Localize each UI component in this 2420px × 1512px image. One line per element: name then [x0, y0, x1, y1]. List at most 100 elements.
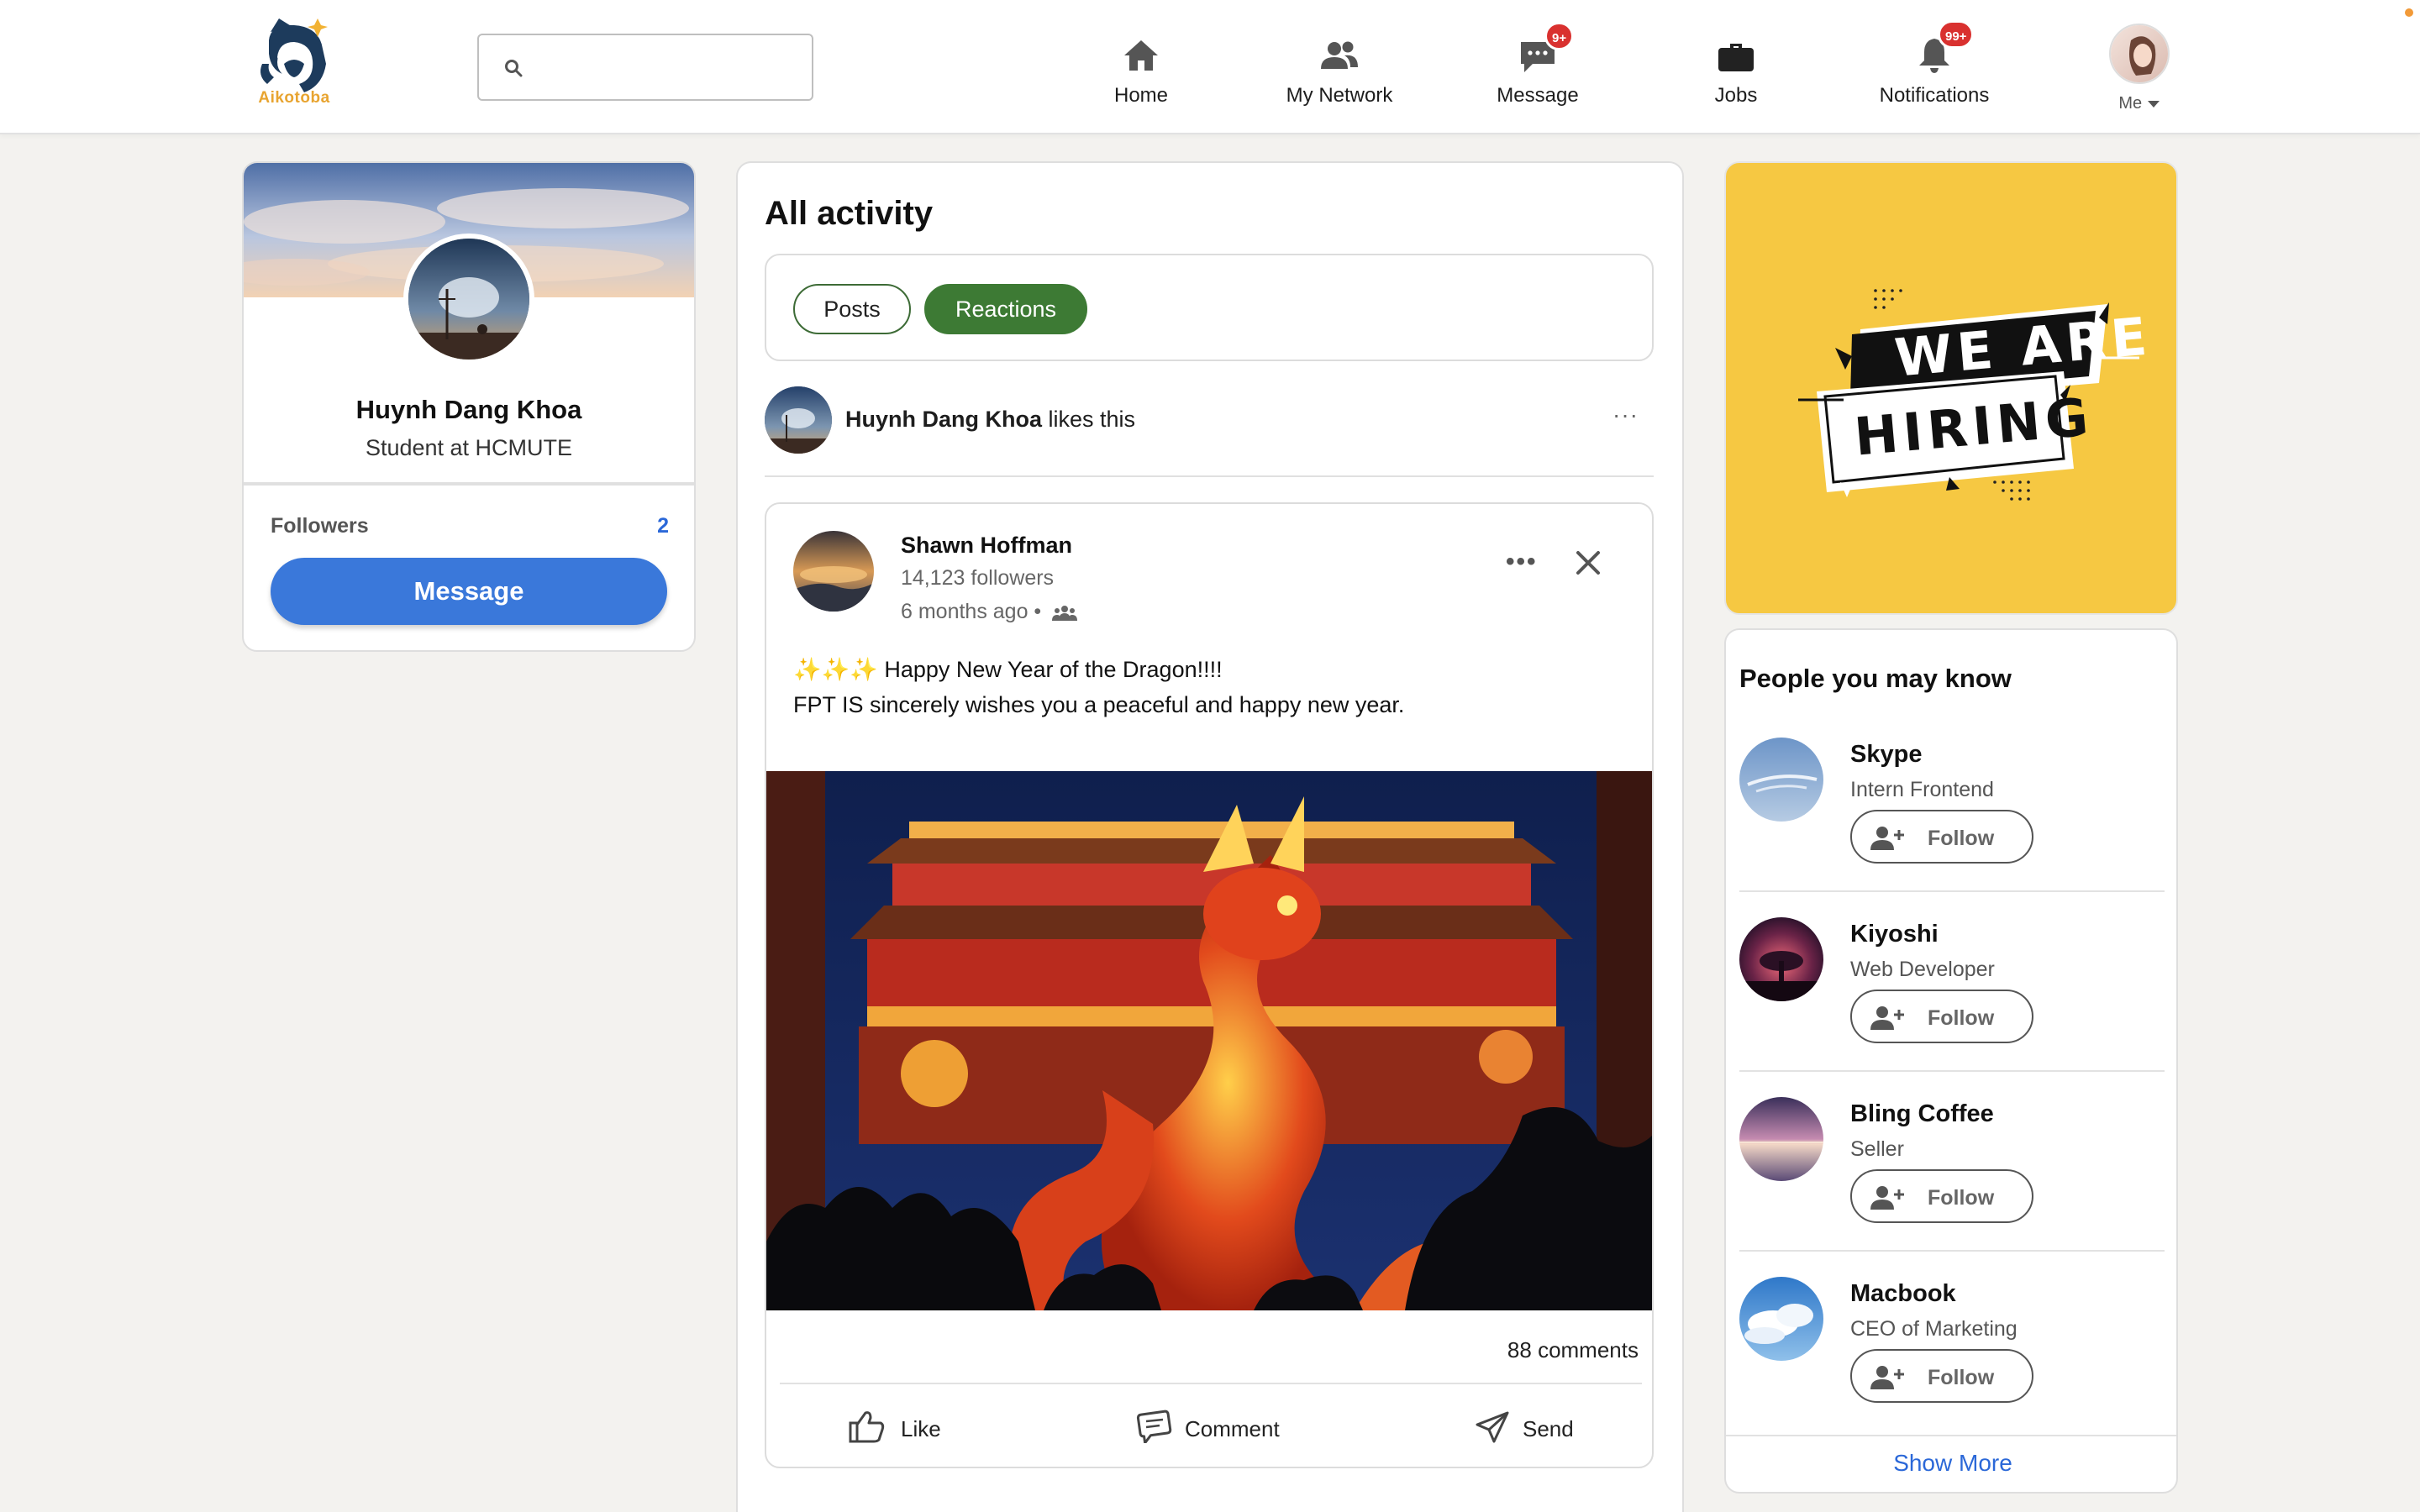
me-menu[interactable]: Me: [2109, 94, 2170, 113]
post-timestamp: 6 months ago •: [901, 600, 1078, 624]
avatar[interactable]: [1739, 917, 1823, 1001]
post-image[interactable]: [766, 771, 1652, 1310]
home-icon: [1124, 40, 1158, 71]
send-button[interactable]: Send: [1474, 1404, 1591, 1452]
profile-card: Huynh Dang Khoa Student at HCMUTE Follow…: [242, 161, 696, 652]
profile-avatar[interactable]: [403, 234, 534, 365]
follow-label: Follow: [1928, 1366, 1995, 1389]
list-item: Kiyoshi Web Developer Follow: [1739, 917, 2165, 1097]
tab-reactions[interactable]: Reactions: [924, 284, 1087, 334]
activity-avatar[interactable]: [765, 386, 832, 454]
post-card: Shawn Hoffman 14,123 followers 6 months …: [765, 502, 1654, 1468]
me-avatar[interactable]: [2109, 24, 2170, 84]
pymk-role: CEO of Marketing: [1850, 1317, 2018, 1341]
pymk-role: Web Developer: [1850, 958, 1995, 981]
comment-button[interactable]: Comment: [1136, 1404, 1304, 1452]
follow-label: Follow: [1928, 1006, 1995, 1030]
post-body: ✨✨✨ Happy New Year of the Dragon!!!! FPT…: [793, 652, 1404, 722]
thumbs-up-icon: [849, 1411, 885, 1443]
nav-notifications-label: Notifications: [1879, 84, 1990, 107]
feed-title: All activity: [765, 195, 934, 232]
audience-icon: [1052, 606, 1078, 622]
pymk-name[interactable]: Skype: [1850, 741, 1922, 769]
nav-home[interactable]: Home: [1057, 30, 1225, 118]
add-user-icon: [1870, 1366, 1904, 1389]
send-icon: [1476, 1411, 1509, 1443]
pymk-name[interactable]: Macbook: [1850, 1280, 1956, 1308]
follow-label: Follow: [1928, 1186, 1995, 1210]
profile-name[interactable]: Huynh Dang Khoa: [244, 395, 694, 425]
nav-home-label: Home: [1113, 84, 1169, 107]
close-icon[interactable]: [1571, 546, 1605, 580]
feed-divider: [765, 475, 1654, 477]
notifications-badge: 99+: [1938, 20, 1975, 49]
pymk-role: Intern Frontend: [1850, 778, 1994, 801]
people-you-may-know: People you may know Skype Intern Fronten…: [1724, 628, 2178, 1494]
profile-divider: [244, 482, 694, 486]
activity-action: likes this: [1048, 407, 1136, 432]
show-more-link[interactable]: Show More: [1726, 1450, 2176, 1477]
follow-label: Follow: [1928, 827, 1995, 850]
top-navigation: Aikotoba Home My Network 9+ Message Jobs…: [0, 0, 2420, 134]
nav-jobs-label: Jobs: [1714, 84, 1758, 107]
post-time-text: 6 months ago •: [901, 600, 1042, 623]
network-icon: [1321, 41, 1358, 69]
follow-button[interactable]: Follow: [1850, 810, 2033, 864]
post-author-name[interactable]: Shawn Hoffman: [901, 533, 1072, 559]
activity-actor[interactable]: Huynh Dang Khoa: [845, 407, 1042, 432]
follow-button[interactable]: Follow: [1850, 1169, 2033, 1223]
brand-name: Aikotoba: [258, 89, 330, 107]
like-button[interactable]: Like: [849, 1404, 958, 1452]
nav-message[interactable]: 9+ Message: [1454, 22, 1622, 118]
pymk-name[interactable]: Bling Coffee: [1850, 1100, 1994, 1128]
post-line-2: FPT IS sincerely wishes you a peaceful a…: [793, 692, 1405, 717]
message-button[interactable]: Message: [271, 558, 667, 625]
follow-button[interactable]: Follow: [1850, 1349, 2033, 1403]
list-item: Skype Intern Frontend Follow: [1739, 738, 2165, 917]
nav-message-label: Message: [1497, 84, 1579, 107]
pymk-role: Seller: [1850, 1137, 1904, 1161]
profile-headline: Student at HCMUTE: [365, 435, 573, 460]
followers-count[interactable]: 2: [657, 514, 669, 538]
send-label: Send: [1523, 1416, 1574, 1441]
add-user-icon: [1870, 1006, 1904, 1030]
nav-notifications[interactable]: 99+ Notifications: [1850, 20, 2018, 118]
show-more-divider: [1726, 1435, 2176, 1436]
avatar[interactable]: [1739, 1277, 1823, 1361]
post-more-options-button[interactable]: •••: [1506, 548, 1538, 576]
nav-my-network[interactable]: My Network: [1255, 30, 1423, 118]
search-bar[interactable]: [477, 34, 813, 101]
post-line-1: ✨✨✨ Happy New Year of the Dragon!!!!: [793, 657, 1223, 682]
me-label: Me: [2118, 94, 2143, 113]
follow-button[interactable]: Follow: [1850, 990, 2033, 1043]
post-author-followers: 14,123 followers: [901, 566, 1055, 590]
activity-tabs: Posts Reactions: [765, 254, 1654, 361]
pymk-divider: [1739, 1250, 2165, 1252]
comment-icon: [1136, 1410, 1172, 1443]
post-author-avatar[interactable]: [793, 531, 874, 612]
pymk-name[interactable]: Kiyoshi: [1850, 921, 1939, 948]
pymk-title: People you may know: [1739, 664, 2012, 693]
avatar[interactable]: [1739, 738, 1823, 822]
activity-more-button[interactable]: ···: [1612, 402, 1639, 428]
list-item: Bling Coffee Seller Follow: [1739, 1097, 2165, 1277]
nav-my-network-label: My Network: [1286, 84, 1393, 107]
hiring-banner-graphic: [1798, 289, 2139, 501]
nav-jobs[interactable]: Jobs: [1652, 30, 1820, 118]
avatar[interactable]: [1739, 1097, 1823, 1181]
search-input[interactable]: [534, 47, 795, 89]
followers-label: Followers: [271, 514, 369, 538]
activity-text: Huynh Dang Khoa likes this: [845, 407, 1135, 433]
activity-feed: All activity Posts Reactions Huynh Dang …: [736, 161, 1684, 1512]
hiring-ad[interactable]: WE ARE HIRING: [1724, 161, 2178, 615]
status-dot: [2405, 8, 2413, 17]
message-badge: 9+: [1544, 22, 1575, 50]
pymk-divider: [1739, 890, 2165, 892]
post-comment-count[interactable]: 88 comments: [1507, 1337, 1639, 1363]
search-icon: [505, 60, 523, 77]
add-user-icon: [1870, 1186, 1904, 1210]
caret-down-icon: [2147, 100, 2160, 108]
tab-posts[interactable]: Posts: [793, 284, 911, 334]
add-user-icon: [1870, 827, 1904, 850]
list-item: Macbook CEO of Marketing Follow: [1739, 1277, 2165, 1457]
